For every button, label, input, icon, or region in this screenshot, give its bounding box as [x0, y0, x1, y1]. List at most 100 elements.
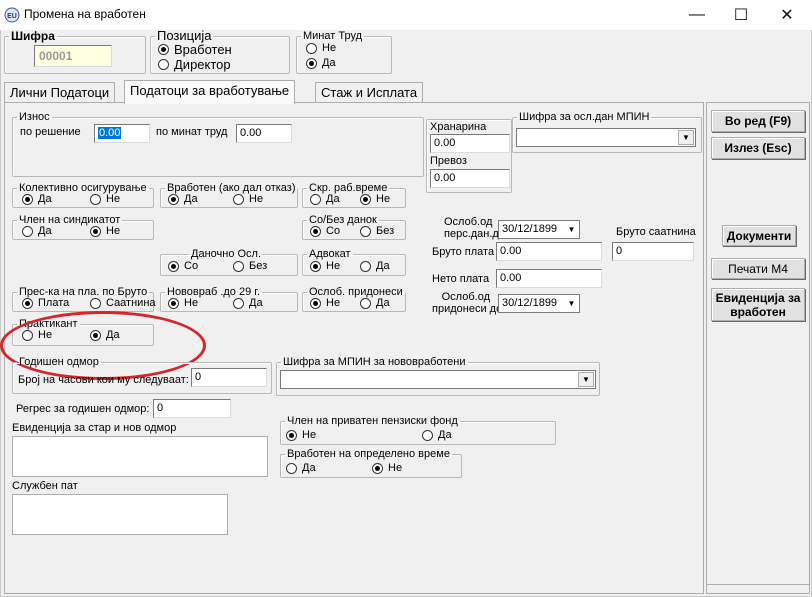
radio-icon: [233, 298, 244, 309]
radio-selected-icon: [310, 226, 321, 237]
vraboten-otkaz-radio-ne[interactable]: Не: [233, 193, 263, 206]
divider: [706, 584, 810, 585]
opredeleno-vreme-radio-da[interactable]: Да: [286, 462, 316, 475]
opredeleno-vreme-radio-ne[interactable]: Не: [372, 462, 402, 475]
novovrab-radio-ne[interactable]: Не: [168, 297, 198, 310]
radio-icon: [360, 298, 371, 309]
advokat-label: Адвокат: [309, 248, 351, 260]
bruto-plata-label: Бруто плата: [432, 246, 495, 258]
pres-ka-radio-plata[interactable]: Плата: [22, 297, 69, 310]
minimize-button[interactable]: —: [674, 0, 720, 30]
sifra-osl-mpin-label: Шифра за осл.дан МПИН: [519, 111, 650, 123]
izlez-button[interactable]: Излез (Esc): [711, 137, 805, 159]
radio-selected-icon: [22, 298, 33, 309]
evidencija-odmor-textarea[interactable]: [12, 436, 268, 477]
skr-rab-vreme-radio-ne[interactable]: Не: [360, 193, 390, 206]
po-resenie-input[interactable]: 0.00: [94, 124, 150, 143]
evidencija-odmor-label: Евиденција за стар и нов одмор: [12, 422, 177, 434]
tab-staz-isplata[interactable]: Стаж и Исплата: [315, 82, 424, 103]
sluzben-pat-label: Службен пат: [12, 480, 78, 492]
prevoz-input[interactable]: 0.00: [430, 169, 510, 188]
vo-red-button[interactable]: Во ред (F9): [711, 110, 805, 132]
tab-licni-podatoci[interactable]: Лични Податоци: [4, 82, 116, 103]
pres-ka-radio-saatnina[interactable]: Саатнина: [90, 297, 156, 310]
osl-pridonesi-radio-ne[interactable]: Не: [310, 297, 340, 310]
tab-podatoci-vrabotuvanje[interactable]: Податоци за вработување: [124, 80, 296, 104]
godisen-odmor-label: Годишен одмор: [19, 356, 99, 368]
kolektivno-radio-ne[interactable]: Не: [90, 193, 120, 206]
chevron-down-icon[interactable]: ▼: [565, 296, 578, 311]
clen-sindikat-radio-ne[interactable]: Не: [90, 225, 120, 238]
radio-icon: [90, 194, 101, 205]
sifra-mpin-novovrab-select[interactable]: ▼: [280, 370, 596, 389]
chevron-down-icon[interactable]: ▼: [678, 130, 694, 145]
minat-trud-label: Минат Труд: [303, 30, 363, 42]
radio-icon: [310, 194, 321, 205]
so-bez-danok-radio-so[interactable]: Со: [310, 225, 340, 238]
radio-selected-icon: [360, 194, 371, 205]
radio-selected-icon: [168, 261, 179, 272]
radio-icon: [306, 43, 317, 54]
dokumenti-button[interactable]: Документи: [722, 225, 796, 246]
radio-icon: [158, 59, 169, 70]
pozicija-radio-direktor[interactable]: Директор: [158, 58, 231, 71]
sifra-label: Шифра: [11, 29, 55, 43]
skr-rab-vreme-radio-da[interactable]: Да: [310, 193, 340, 206]
radio-icon: [360, 226, 371, 237]
evidencija-vraboten-button[interactable]: Евиденција за вработен: [711, 288, 805, 321]
danocno-osl-label: Даночно Осл.: [191, 248, 262, 260]
privaten-fond-label: Член на приватен пензиски фонд: [287, 415, 458, 427]
po-minat-trud-input[interactable]: 0.00: [236, 124, 292, 143]
so-bez-danok-radio-bez[interactable]: Без: [360, 225, 394, 238]
radio-selected-icon: [22, 194, 33, 205]
radio-icon: [90, 298, 101, 309]
sifra-field[interactable]: 00001: [34, 45, 112, 67]
advokat-radio-ne[interactable]: Не: [310, 260, 340, 273]
oslob-pridonesi-do-label: Ослоб.од придонеси до: [432, 291, 503, 315]
sifra-osl-mpin-select[interactable]: ▼: [516, 128, 696, 147]
radio-icon: [360, 261, 371, 272]
clen-sindikat-radio-da[interactable]: Да: [22, 225, 52, 238]
vraboten-otkaz-radio-da[interactable]: Да: [168, 193, 198, 206]
minat-trud-radio-ne[interactable]: Не: [306, 42, 336, 55]
radio-selected-icon: [372, 463, 383, 474]
sifra-mpin-novovrab-label: Шифра за МПИН за нововработени: [283, 356, 466, 368]
privaten-fond-radio-ne[interactable]: Не: [286, 429, 316, 442]
radio-icon: [233, 194, 244, 205]
oslob-pers-dan-date[interactable]: 30/12/1899 ▼: [498, 220, 580, 239]
bruto-saatnina-input[interactable]: 0: [612, 242, 694, 261]
neto-plata-input[interactable]: 0.00: [496, 269, 602, 288]
maximize-button[interactable]: ☐: [718, 0, 764, 30]
bruto-plata-input[interactable]: 0.00: [496, 242, 602, 261]
sluzben-pat-textarea[interactable]: [12, 494, 228, 535]
danocno-osl-radio-bez[interactable]: Без: [233, 260, 267, 273]
radio-icon: [233, 261, 244, 272]
casovi-label: Број на часови кои му следуваат:: [18, 374, 189, 386]
radio-icon: [422, 430, 433, 441]
hranarina-label: Хранарина: [430, 121, 487, 133]
regres-input[interactable]: 0: [153, 399, 231, 418]
privaten-fond-radio-da[interactable]: Да: [422, 429, 452, 442]
radio-icon: [22, 226, 33, 237]
close-button[interactable]: ✕: [764, 0, 810, 30]
hranarina-input[interactable]: 0.00: [430, 134, 510, 153]
oslob-pridonesi-do-date[interactable]: 30/12/1899 ▼: [498, 294, 580, 313]
radio-selected-icon: [306, 58, 317, 69]
kolektivno-radio-da[interactable]: Да: [22, 193, 52, 206]
neto-plata-label: Нето плата: [432, 273, 490, 285]
radio-selected-icon: [286, 430, 297, 441]
radio-selected-icon: [168, 298, 179, 309]
radio-icon: [286, 463, 297, 474]
pozicija-label: Позиција: [157, 28, 212, 43]
pozicija-radio-vraboten[interactable]: Вработен: [158, 43, 232, 56]
osl-pridonesi-radio-da[interactable]: Да: [360, 297, 390, 310]
casovi-input[interactable]: 0: [191, 368, 267, 387]
chevron-down-icon[interactable]: ▼: [565, 222, 578, 237]
advokat-radio-da[interactable]: Да: [360, 260, 390, 273]
pecati-m4-button[interactable]: Печати М4: [711, 258, 805, 279]
danocno-osl-radio-so[interactable]: Со: [168, 260, 198, 273]
button-panel: [706, 102, 810, 594]
minat-trud-radio-da[interactable]: Да: [306, 57, 336, 70]
chevron-down-icon[interactable]: ▼: [578, 372, 594, 387]
novovrab-radio-da[interactable]: Да: [233, 297, 263, 310]
